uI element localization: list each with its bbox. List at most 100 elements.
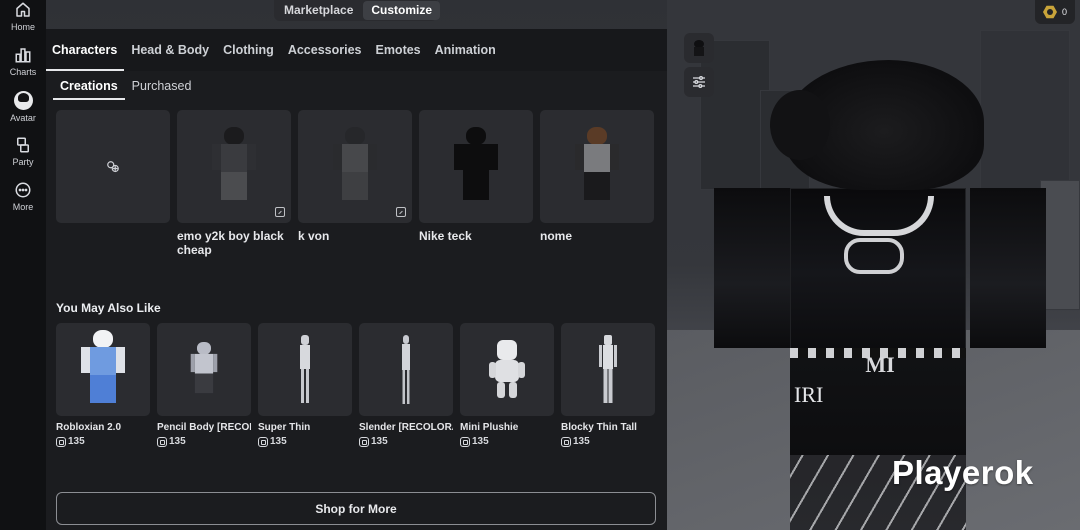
rec-name: Super Thin [258, 422, 311, 433]
nav-label: Party [12, 157, 34, 167]
outfit-icon [275, 207, 285, 217]
nav-item-more[interactable]: More [0, 180, 46, 225]
rec-price: 135 [460, 436, 554, 447]
customize-panel: Characters Head & Body Clothing Accessor… [46, 29, 667, 530]
rec-price: 135 [56, 436, 150, 447]
tab-purchased[interactable]: Purchased [125, 71, 199, 100]
nav-label: Charts [9, 67, 37, 77]
character-figure [188, 341, 220, 398]
rec-name: Pencil Body [RECOLOR] [157, 422, 251, 433]
nav-item-avatar[interactable]: Avatar [0, 90, 46, 135]
settings-button[interactable] [684, 67, 714, 97]
card-name: Nike teck [419, 229, 472, 243]
robux-balance[interactable]: 0 [1035, 0, 1075, 24]
avatar-pants-text: IRI [794, 382, 824, 407]
rec-thumbnail [56, 323, 150, 416]
robux-icon [157, 436, 167, 447]
robux-icon [460, 436, 470, 447]
tab-emotes[interactable]: Emotes [368, 29, 427, 71]
create-character-card[interactable] [56, 110, 170, 223]
rec-item[interactable]: Super Thin 135 [258, 323, 352, 447]
robux-icon [561, 436, 571, 447]
rec-thumbnail [561, 323, 655, 416]
rec-name: Blocky Thin Tall [561, 422, 637, 433]
tab-characters[interactable]: Characters [46, 29, 125, 71]
card-thumbnail [540, 110, 654, 223]
character-card[interactable]: nome [540, 110, 654, 243]
character-figure [574, 126, 620, 207]
shop-for-more-button[interactable]: Shop for More [56, 492, 656, 525]
card-thumbnail [177, 110, 291, 223]
nav-label: Home [10, 22, 35, 32]
rec-item[interactable]: Slender [RECOLORABLE] 135 [359, 323, 453, 447]
charts-icon [15, 48, 31, 63]
party-icon [17, 137, 29, 153]
rec-name: Mini Plushie [460, 422, 519, 433]
card-thumbnail [56, 110, 170, 223]
card-name: nome [540, 229, 573, 243]
watermark: Playerok [892, 454, 1034, 491]
home-icon [16, 2, 30, 17]
character-card[interactable]: emo y2k boy black cheap [177, 110, 291, 257]
avatar-right-arm [970, 188, 1046, 348]
rec-item[interactable]: Pencil Body [RECOLOR] 135 [157, 323, 251, 447]
avatar-thumbnail-button[interactable] [684, 33, 714, 63]
character-figure [599, 334, 617, 403]
robux-icon [359, 436, 369, 447]
character-card[interactable]: Nike teck [419, 110, 533, 243]
nav-label: More [12, 202, 34, 212]
nav-item-party[interactable]: Party [0, 135, 46, 180]
tab-creations[interactable]: Creations [53, 71, 125, 100]
robux-icon [56, 436, 66, 447]
rec-item[interactable]: Mini Plushie 135 [460, 323, 554, 447]
character-figure [402, 334, 410, 404]
nav-label: Avatar [10, 113, 36, 123]
recommendations-row: Robloxian 2.0 135 Pencil Body [RECOLOR] … [56, 323, 661, 453]
avatar-hair [770, 60, 984, 190]
avatar-left-arm [714, 188, 790, 348]
rec-price: 135 [359, 436, 453, 447]
rec-price: 135 [157, 436, 251, 447]
nav-item-home[interactable]: Home [0, 0, 46, 45]
nav-item-charts[interactable]: Charts [0, 45, 46, 90]
card-name: emo y2k boy black cheap [177, 229, 284, 257]
rec-thumbnail [157, 323, 251, 416]
category-tabs: Characters Head & Body Clothing Accessor… [46, 29, 667, 71]
avatar-thumbnail-icon [694, 40, 704, 56]
outfit-icon [396, 207, 406, 217]
tab-customize[interactable]: Customize [363, 0, 441, 20]
rec-thumbnail [460, 323, 554, 416]
character-card[interactable]: k von [298, 110, 412, 243]
character-figure [453, 126, 499, 207]
character-figure [300, 334, 310, 403]
tab-accessories[interactable]: Accessories [281, 29, 369, 71]
rec-item[interactable]: Robloxian 2.0 135 [56, 323, 150, 447]
tab-clothing[interactable]: Clothing [216, 29, 281, 71]
tab-marketplace[interactable]: Marketplace [276, 1, 361, 20]
rec-item[interactable]: Blocky Thin Tall 135 [561, 323, 655, 447]
avatar-pendant [844, 238, 904, 274]
card-name: k von [298, 229, 330, 243]
avatar-icon [13, 91, 33, 110]
rec-price: 135 [561, 436, 655, 447]
character-figure [211, 126, 257, 207]
tab-head-body[interactable]: Head & Body [124, 29, 216, 71]
robux-icon [258, 436, 268, 447]
sliders-icon [693, 76, 705, 88]
robux-amount: 0 [1061, 7, 1067, 17]
character-figure [489, 339, 525, 398]
more-icon [15, 182, 31, 198]
rec-price: 135 [258, 436, 352, 447]
nav-rail: Home Charts Avatar Party More [0, 0, 46, 530]
card-thumbnail [419, 110, 533, 223]
character-figure [80, 329, 126, 410]
rec-name: Robloxian 2.0 [56, 422, 122, 433]
creations-grid: emo y2k boy black cheap k von Nike teck … [56, 110, 661, 270]
section-title: You May Also Like [56, 301, 161, 315]
robux-icon [1042, 5, 1057, 19]
character-figure [332, 126, 378, 207]
avatar-shirt-text: MI [865, 352, 895, 377]
top-segmented-control: Marketplace Customize [274, 0, 441, 21]
rec-thumbnail [359, 323, 453, 416]
tab-animation[interactable]: Animation [428, 29, 503, 71]
